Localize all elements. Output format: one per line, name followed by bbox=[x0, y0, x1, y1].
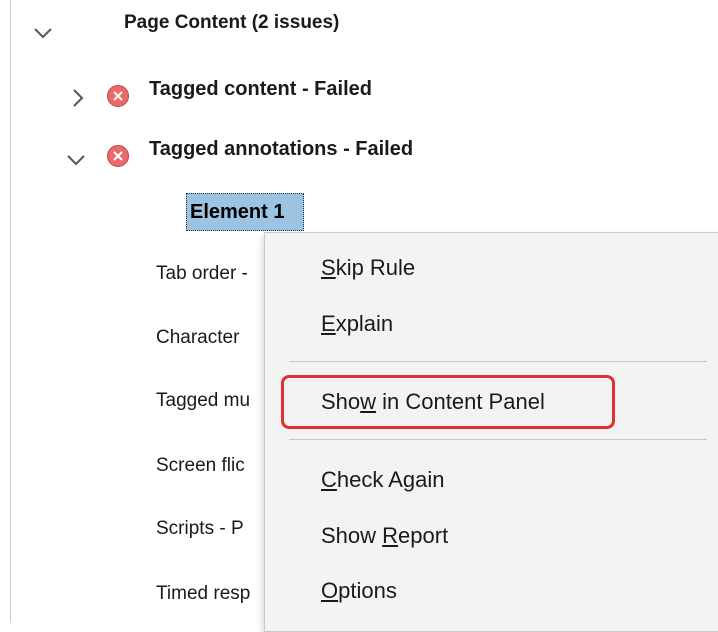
tree-item[interactable]: Tab order - bbox=[156, 263, 248, 285]
tree-item[interactable]: Character bbox=[156, 327, 239, 349]
chevron-down-icon[interactable] bbox=[66, 154, 86, 166]
tree-node-element-1[interactable]: Element 1 bbox=[186, 193, 304, 231]
tree-item[interactable]: Scripts - P bbox=[156, 518, 244, 540]
tree-item[interactable]: Screen flic bbox=[156, 455, 245, 477]
tree-item[interactable]: Timed resp bbox=[156, 583, 250, 605]
context-menu: Skip Rule Explain Show in Content Panel … bbox=[264, 232, 718, 632]
menu-item-show-report[interactable]: Show Report bbox=[321, 523, 448, 549]
menu-item-explain[interactable]: Explain bbox=[321, 311, 393, 337]
chevron-right-icon[interactable] bbox=[72, 88, 84, 108]
menu-item-show-in-content-panel[interactable]: Show in Content Panel bbox=[321, 389, 545, 415]
rule-tagged-annotations[interactable]: Tagged annotations - Failed bbox=[149, 138, 413, 161]
menu-item-check-again[interactable]: Check Again bbox=[321, 467, 445, 493]
menu-separator bbox=[289, 439, 707, 440]
chevron-down-icon[interactable] bbox=[33, 27, 53, 39]
error-icon bbox=[107, 85, 129, 107]
error-icon bbox=[107, 145, 129, 167]
tree-item[interactable]: Tagged mu bbox=[156, 390, 250, 412]
menu-item-options[interactable]: Options bbox=[321, 578, 397, 604]
menu-separator bbox=[289, 361, 707, 362]
rule-tagged-content[interactable]: Tagged content - Failed bbox=[149, 78, 372, 101]
menu-item-skip-rule[interactable]: Skip Rule bbox=[321, 255, 415, 281]
tree-panel-border bbox=[10, 0, 11, 623]
section-page-content[interactable]: Page Content (2 issues) bbox=[124, 12, 339, 34]
element-label: Element 1 bbox=[190, 201, 285, 223]
